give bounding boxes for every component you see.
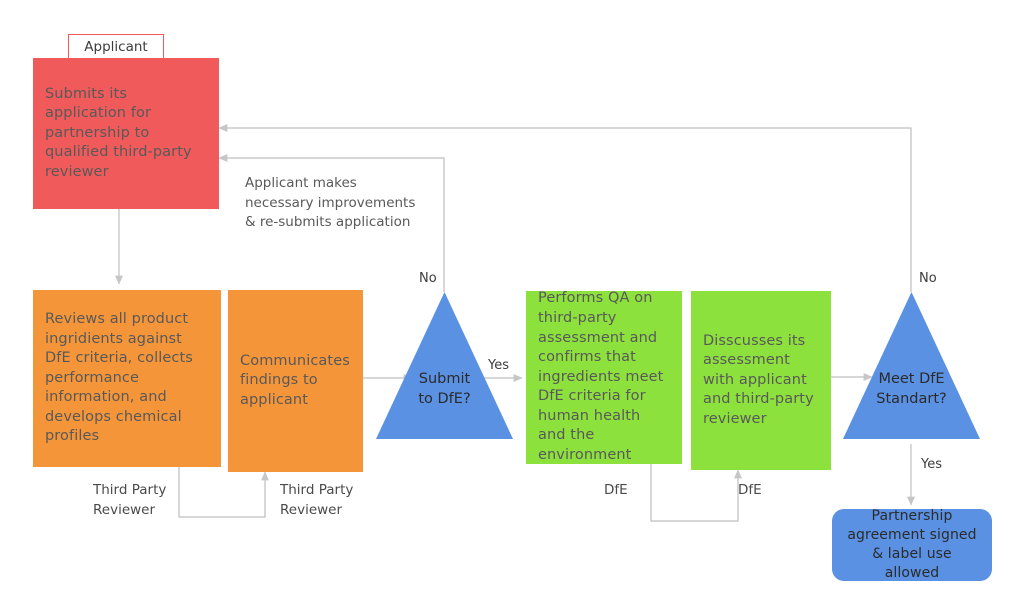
edge-qa-to-discusses xyxy=(650,464,742,522)
node-communicates-findings[interactable]: Communicates findings to applicant xyxy=(228,290,363,472)
node-submits-application-label: Submits its application for partnership … xyxy=(45,85,192,180)
annotation-resubmit-note: Applicant makes necessary improvements &… xyxy=(245,175,416,231)
lane-label-third-party-reviewer-2: Third Party Reviewer xyxy=(280,482,354,518)
node-partnership-signed[interactable]: Partnership agreement signed & label use… xyxy=(832,508,992,581)
node-performs-qa-label: Performs QA on third-party assessment an… xyxy=(538,290,664,463)
node-discusses-assessment[interactable]: Disscusses its assessment with applicant… xyxy=(691,291,831,470)
lane-label-dfe-2: DfE xyxy=(738,482,762,498)
edge-label-meet-yes: Yes xyxy=(921,457,942,472)
node-discusses-assessment-label: Disscusses its assessment with applicant… xyxy=(703,332,814,427)
node-submits-application[interactable]: Submits its application for partnership … xyxy=(33,58,219,209)
edge-label-meet-no: No xyxy=(919,271,937,286)
lane-tab-applicant[interactable]: Applicant xyxy=(68,34,164,60)
lane-tab-applicant-label: Applicant xyxy=(84,39,148,55)
flowchart-canvas: Applicant Submits its application for pa… xyxy=(0,0,1011,604)
node-performs-qa[interactable]: Performs QA on third-party assessment an… xyxy=(526,290,682,464)
node-reviews-ingredients[interactable]: Reviews all product ingridients against … xyxy=(33,290,221,467)
node-meet-dfe-standard[interactable]: Meet DfE Standart? xyxy=(843,292,980,439)
triangle-shape xyxy=(843,292,980,439)
node-partnership-signed-label: Partnership agreement signed & label use… xyxy=(847,508,977,581)
node-communicates-findings-label: Communicates findings to applicant xyxy=(240,352,350,408)
node-reviews-ingredients-label: Reviews all product ingridients against … xyxy=(45,311,193,445)
edge-label-submit-no: No xyxy=(419,271,437,286)
lane-label-third-party-reviewer-1: Third Party Reviewer xyxy=(93,482,167,518)
edge-review-to-communicates xyxy=(178,467,269,518)
edge-label-submit-yes: Yes xyxy=(488,358,509,373)
lane-label-dfe-1: DfE xyxy=(604,482,628,498)
